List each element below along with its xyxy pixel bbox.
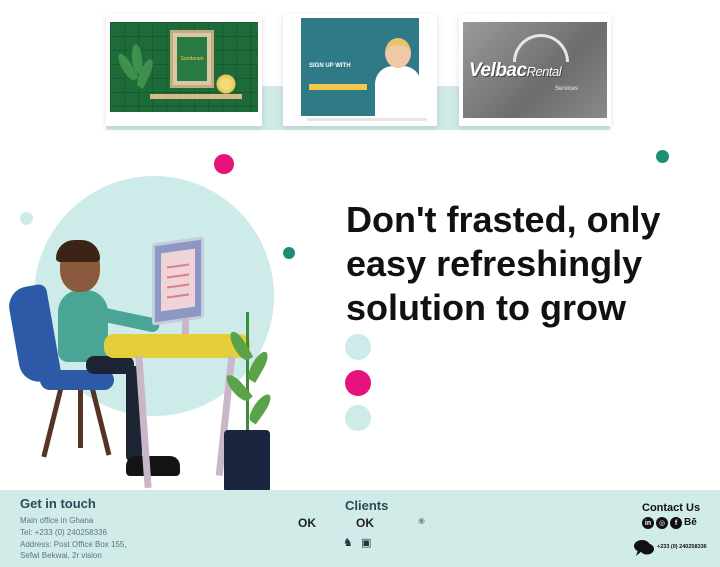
- monitor-screen: [161, 248, 195, 312]
- frame-caption: Sundaram: [177, 37, 207, 81]
- signup-highlight-bar: [309, 84, 367, 90]
- screen-line: [167, 293, 189, 299]
- person-torso: [58, 290, 108, 362]
- portfolio-card-velbac[interactable]: VelbacRental Services: [459, 14, 611, 126]
- linkedin-icon[interactable]: in: [642, 517, 654, 529]
- decor-dot-teal: [656, 150, 669, 163]
- address-line-2: Sefwi Bekwai, 2r vision: [20, 551, 102, 560]
- house-roof-logo: [513, 34, 569, 62]
- decor-dot-mint: [345, 334, 371, 360]
- client-figure-icon[interactable]: ♞: [343, 536, 353, 549]
- client-logo[interactable]: OK: [298, 516, 316, 530]
- person-hair: [56, 240, 100, 262]
- velbac-tagline: Services: [555, 86, 579, 92]
- client-logo-placeholder-icon[interactable]: ◉: [418, 516, 425, 525]
- clients-title: Clients: [345, 498, 389, 513]
- client-logo[interactable]: OK: [356, 516, 374, 530]
- decor-dot-pink: [214, 154, 234, 174]
- chair-leg: [41, 386, 64, 458]
- portfolio-card-signup[interactable]: SIGN UP WITH: [283, 14, 437, 126]
- get-in-touch-title: Get in touch: [20, 496, 96, 511]
- headline-line-1: Don't frasted, only: [346, 199, 661, 240]
- client-logo-mark: OK: [298, 516, 316, 530]
- screen-line: [167, 263, 189, 269]
- hero-headline: Don't frasted, only easy refreshingly so…: [346, 198, 706, 330]
- picture-frame: Sundaram: [170, 30, 214, 88]
- plant-pot: [224, 430, 270, 498]
- woman-figure-head: [385, 38, 411, 68]
- screen-line: [167, 273, 189, 279]
- chair-leg: [78, 388, 83, 448]
- headline-line-2: easy refreshingly: [346, 243, 643, 284]
- portfolio-image-signup: SIGN UP WITH: [301, 18, 419, 116]
- contact-phone[interactable]: +233 (0) 240258336: [657, 544, 707, 550]
- chat-bubble-icon[interactable]: [634, 540, 654, 556]
- headline-line-3: solution to grow: [346, 287, 626, 328]
- person-shoe: [126, 456, 180, 476]
- behance-icon[interactable]: Bē: [684, 517, 697, 528]
- woman-figure-body: [375, 66, 419, 116]
- instagram-icon[interactable]: ◎: [656, 517, 668, 529]
- contact-us-title: Contact Us: [642, 502, 701, 514]
- decor-dot-pink: [345, 370, 371, 396]
- decor-dot-mint: [20, 212, 33, 225]
- desk-top: [104, 334, 250, 358]
- client-logo-mark: OK: [356, 516, 374, 530]
- decor-dot-mint: [345, 405, 371, 431]
- signup-title: SIGN UP WITH: [309, 63, 351, 69]
- shelf: [150, 94, 242, 99]
- portfolio-image-interior: Sundaram: [110, 22, 258, 112]
- address-line: Address: Post Office Box 155,: [20, 540, 127, 549]
- portfolio-card-interior[interactable]: Sundaram: [106, 14, 262, 126]
- tel-line[interactable]: Tel: +233 (0) 240258336: [20, 528, 107, 537]
- computer-monitor: [152, 236, 204, 326]
- office-line: Main office in Ghana: [20, 516, 94, 525]
- flower-vase: [214, 74, 238, 94]
- client-tv-icon[interactable]: ▣: [361, 536, 371, 549]
- screen-line: [167, 283, 189, 289]
- facebook-icon[interactable]: f: [670, 517, 682, 529]
- velbac-logo-text: VelbacRental: [469, 60, 562, 81]
- decor-dot-teal: [283, 247, 295, 259]
- portfolio-image-velbac: VelbacRental Services: [463, 22, 607, 118]
- card-footer-bar: [307, 118, 427, 121]
